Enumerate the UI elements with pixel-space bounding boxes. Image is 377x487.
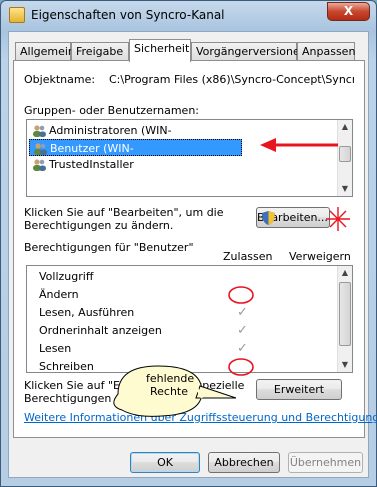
title-bar[interactable]: Eigenschaften von Syncro-Kanal X: [1, 1, 376, 29]
allow-check-lesen-ausfuehren: ✓: [237, 305, 248, 320]
permission-row-schreiben: Schreiben: [39, 360, 94, 373]
tab-sicherheit[interactable]: Sicherheit: [129, 39, 191, 62]
list-item-label: TrustedInstaller: [49, 158, 134, 171]
scroll-down-arrow-icon[interactable]: ▼: [338, 358, 352, 372]
tab-freigabe[interactable]: Freigabe: [71, 42, 129, 61]
close-button[interactable]: X: [327, 2, 370, 21]
tab-allgemein[interactable]: Allgemein: [15, 42, 75, 61]
user-group-icon: [33, 125, 46, 137]
scroll-down-arrow-icon[interactable]: ▼: [338, 182, 352, 196]
scroll-up-arrow-icon[interactable]: ▲: [338, 120, 352, 134]
column-deny-header: Verweigern: [289, 250, 351, 263]
advanced-button[interactable]: Erweitert: [256, 379, 342, 400]
tab-strip: Allgemein Freigabe Sicherheit Vorgängerv…: [13, 39, 365, 62]
annotation-text-line2: Rechte: [149, 385, 189, 398]
permissions-header: Berechtigungen für "Benutzer": [24, 241, 194, 254]
sparkle-annotation: [326, 207, 350, 231]
object-name-label: Objektname:: [24, 73, 96, 86]
annotation-text-line1: fehlende: [146, 372, 195, 385]
permission-row-ordnerinhalt: Ordnerinhalt anzeigen: [39, 324, 162, 337]
scroll-up-arrow-icon[interactable]: ▲: [338, 266, 352, 280]
permission-row-aendern: Ändern: [39, 288, 79, 301]
user-group-icon: [34, 143, 47, 155]
ok-button[interactable]: OK: [130, 452, 200, 473]
column-allow-header: Zulassen: [223, 250, 273, 263]
cancel-button[interactable]: Abbrechen: [208, 452, 280, 473]
red-arrow-annotation: [260, 138, 338, 152]
red-circle-annotation-aendern: [228, 286, 254, 304]
permissions-list[interactable]: Vollzugriff Ändern Lesen, Ausführen Ordn…: [26, 265, 353, 373]
tab-anpassen[interactable]: Anpassen: [297, 42, 355, 61]
permission-row-lesen-ausfuehren: Lesen, Ausführen: [39, 306, 135, 319]
scroll-thumb[interactable]: [339, 146, 351, 162]
list-item-benutzer[interactable]: Benutzer (WIN-93C61C8HN1J\Benutzer): [29, 139, 242, 172]
edit-hint-line2: Berechtigungen zu ändern.: [24, 219, 174, 232]
permission-row-vollzugriff: Vollzugriff: [39, 270, 94, 283]
window-title: Eigenschaften von Syncro-Kanal: [31, 8, 225, 22]
groups-listbox[interactable]: Administratoren (WIN-93C61C8HN1J\Adminis…: [26, 119, 353, 197]
edit-button[interactable]: Bearbeiten...: [256, 207, 330, 228]
scroll-thumb[interactable]: [339, 282, 351, 346]
user-group-icon: [33, 159, 46, 171]
permission-row-lesen: Lesen: [39, 342, 72, 355]
allow-check-ordnerinhalt: ✓: [237, 323, 248, 338]
folder-icon: [9, 7, 25, 23]
list-item-trustedinstaller[interactable]: TrustedInstaller: [29, 156, 229, 173]
security-tab-panel: Objektname: C:\Program Files (x86)\Syncr…: [13, 60, 377, 438]
permissions-scrollbar[interactable]: ▲ ▼: [337, 266, 352, 372]
object-name-value: C:\Program Files (x86)\Syncro-Concept\Sy…: [109, 73, 354, 86]
tab-vorgaengerversionen[interactable]: Vorgängerversionen: [191, 42, 307, 61]
uac-shield-icon: [262, 211, 275, 225]
properties-window: Eigenschaften von Syncro-Kanal X Allgeme…: [0, 0, 377, 487]
apply-button[interactable]: Übernehmen: [288, 452, 363, 473]
edit-hint-line1: Klicken Sie auf "Bearbeiten", um die: [24, 206, 224, 219]
allow-check-lesen: ✓: [237, 341, 248, 356]
dialog-body: Allgemein Freigabe Sicherheit Vorgängerv…: [8, 31, 377, 478]
groups-scrollbar[interactable]: ▲ ▼: [337, 120, 352, 196]
groups-label: Gruppen- oder Benutzernamen:: [24, 104, 200, 117]
